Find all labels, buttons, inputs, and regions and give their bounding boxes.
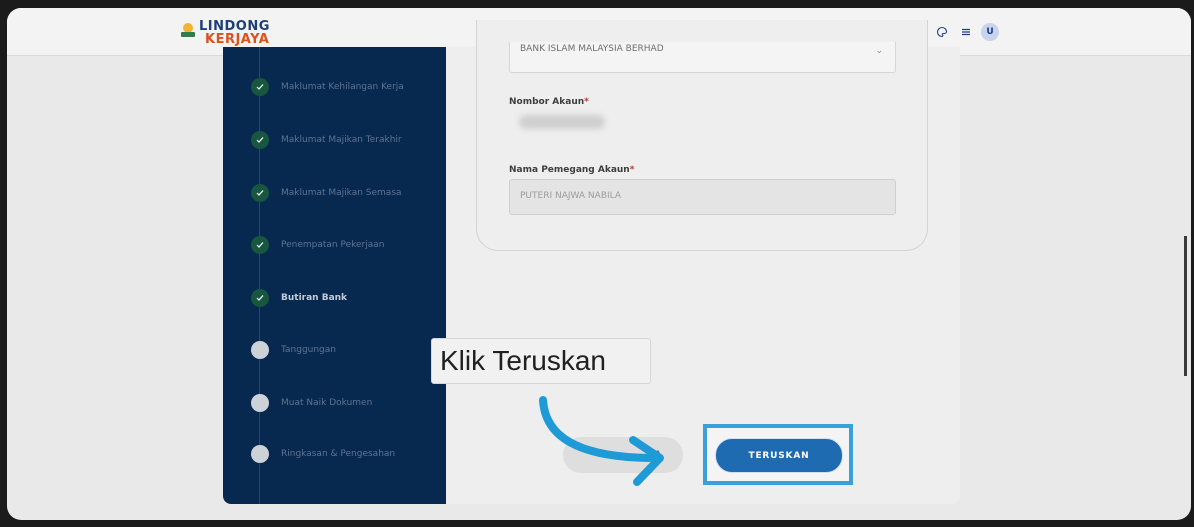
check-icon <box>251 236 269 254</box>
bank-details-card: BANK ISLAM MALAYSIA BERHAD ⌄ Nombor Akau… <box>476 20 928 251</box>
step-label: Penempatan Pekerjaan <box>281 240 385 250</box>
step-label: Ringkasan & Pengesahan <box>281 449 396 459</box>
check-icon <box>251 289 269 307</box>
lindong-kerjaya-logo[interactable]: LINDONG KERJAYA <box>179 18 269 48</box>
step-maklumat-majikan-semasa[interactable]: Maklumat Majikan Semasa <box>251 183 402 203</box>
step-label: Maklumat Kehilangan Kerja <box>281 82 404 92</box>
account-holder-value: PUTERI NAJWA NABILA <box>520 191 622 201</box>
menu-icon[interactable] <box>957 23 975 41</box>
bank-select-value: BANK ISLAM MALAYSIA BERHAD <box>520 44 664 54</box>
pending-step-icon <box>251 341 269 359</box>
account-number-label: Nombor Akaun* <box>509 97 589 107</box>
check-icon <box>251 184 269 202</box>
step-ringkasan-pengesahan[interactable]: Ringkasan & Pengesahan <box>251 444 395 464</box>
step-tanggungan[interactable]: Tanggungan <box>251 340 336 360</box>
scrollbar[interactable] <box>1184 56 1187 476</box>
user-avatar[interactable]: U <box>981 23 999 41</box>
tutorial-arrow-icon <box>539 396 664 486</box>
tutorial-callout: Klik Teruskan <box>431 338 651 384</box>
emblem-icon <box>181 23 195 37</box>
step-muat-naik-dokumen[interactable]: Muat Naik Dokumen <box>251 393 372 413</box>
check-icon <box>251 131 269 149</box>
step-label: Maklumat Majikan Semasa <box>281 188 402 198</box>
step-label: Maklumat Majikan Terakhir <box>281 135 402 145</box>
pending-step-icon <box>251 394 269 412</box>
step-maklumat-kehilangan-kerja[interactable]: Maklumat Kehilangan Kerja <box>251 77 404 97</box>
account-holder-label: Nama Pemegang Akaun* <box>509 165 635 175</box>
account-number-blurred-value[interactable] <box>519 115 605 129</box>
bank-select[interactable]: BANK ISLAM MALAYSIA BERHAD ⌄ <box>509 42 896 73</box>
step-label: Tanggungan <box>281 345 336 355</box>
step-penempatan-pekerjaan[interactable]: Penempatan Pekerjaan <box>251 235 385 255</box>
check-icon <box>251 78 269 96</box>
step-label-active: Butiran Bank <box>281 293 348 303</box>
palette-icon[interactable] <box>933 23 951 41</box>
step-butiran-bank[interactable]: Butiran Bank <box>251 288 347 308</box>
pending-step-icon <box>251 445 269 463</box>
step-label: Muat Naik Dokumen <box>281 398 373 408</box>
progress-line <box>259 47 260 504</box>
teruskan-button[interactable]: TERUSKAN <box>715 438 843 473</box>
logo-text-line2: KERJAYA <box>205 32 270 47</box>
account-holder-input[interactable]: PUTERI NAJWA NABILA <box>509 179 896 215</box>
chevron-down-icon: ⌄ <box>875 46 883 56</box>
step-maklumat-majikan-terakhir[interactable]: Maklumat Majikan Terakhir <box>251 130 402 150</box>
progress-sidebar: Maklumat Kehilangan Kerja Maklumat Majik… <box>223 47 446 504</box>
